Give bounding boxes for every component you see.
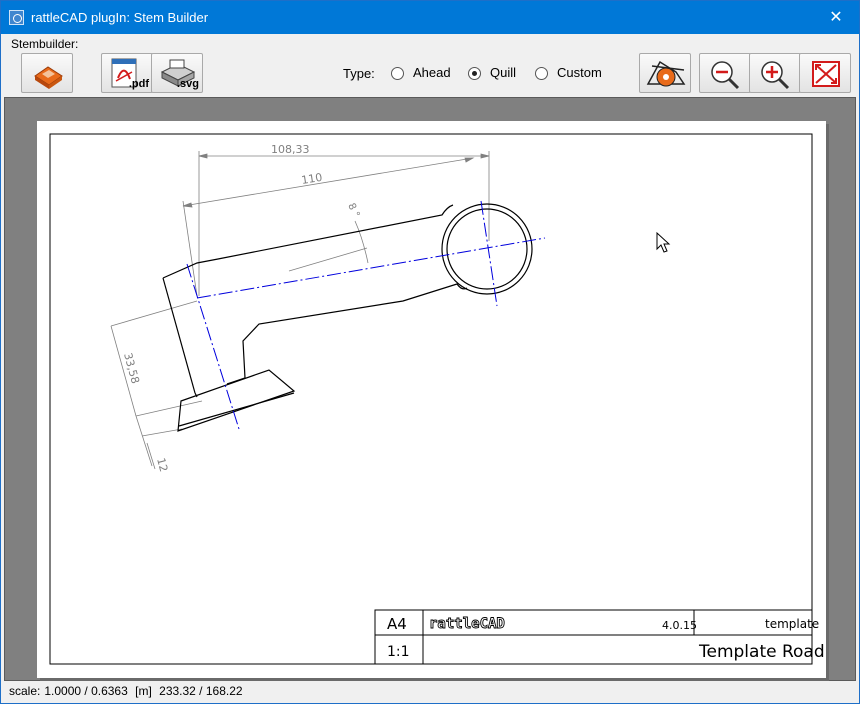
axis-lines	[186, 200, 546, 430]
stem-outline	[162, 203, 533, 432]
rattlecad-logo: rattleCAD	[429, 616, 505, 632]
svg-caption: .svg	[176, 78, 199, 90]
stem-drawing: 108,33 110 8 ° 33,58 12 A4 rattleCAD 4.0…	[49, 133, 825, 665]
toolbar: Stembuilder: .pdf .svg Type: Ahead Quill…	[1, 34, 859, 96]
sheet-border	[49, 133, 813, 665]
export-pdf-button[interactable]: .pdf	[101, 53, 153, 93]
dimension-length-text: 110	[300, 171, 323, 187]
title-block-version: 4.0.15	[662, 619, 697, 632]
close-button[interactable]: ✕	[813, 1, 859, 34]
fit-window-icon	[812, 61, 840, 87]
status-unit: [m]	[135, 684, 152, 698]
radio-ahead-indicator[interactable]	[391, 67, 404, 80]
dimension-angle-text: 8 °	[345, 202, 361, 220]
title-block-scale: 1:1	[387, 644, 410, 660]
title-bar[interactable]: rattleCAD plugIn: Stem Builder ✕	[1, 1, 859, 34]
status-scale-label: scale:	[9, 684, 41, 698]
status-coordinates: 233.32 / 168.22	[159, 684, 243, 698]
export-svg-button[interactable]: .svg	[151, 53, 203, 93]
radio-custom-label: Custom	[557, 65, 602, 80]
dimension-angle	[288, 220, 369, 272]
app-window: rattleCAD plugIn: Stem Builder ✕ Stembui…	[0, 0, 860, 704]
rattlecad-logo-icon	[646, 60, 686, 87]
floppy-disk-icon	[34, 66, 63, 89]
zoom-in-icon	[761, 61, 790, 90]
paper-sheet: 108,33 110 8 ° 33,58 12 A4 rattleCAD 4.0…	[37, 121, 826, 678]
radio-ahead-label: Ahead	[413, 65, 451, 80]
zoom-in-button[interactable]	[749, 53, 801, 93]
zoom-out-icon	[711, 61, 740, 90]
radio-quill-indicator[interactable]	[468, 67, 481, 80]
type-label: Type:	[343, 66, 375, 81]
status-scale-value: 1.0000 / 0.6363	[44, 684, 128, 698]
toolbar-group-label: Stembuilder:	[11, 37, 79, 51]
save-button[interactable]	[21, 53, 73, 93]
dimension-height	[110, 300, 203, 470]
dimension-top-length	[198, 151, 490, 296]
title-block-kind: template	[765, 617, 819, 631]
pdf-caption: .pdf	[128, 78, 149, 90]
title-block-format: A4	[387, 615, 407, 633]
drawing-canvas[interactable]: 108,33 110 8 ° 33,58 12 A4 rattleCAD 4.0…	[4, 97, 856, 681]
title-block-name: Template Road	[698, 642, 825, 662]
dimension-top-length-text: 108,33	[271, 143, 310, 156]
rattlecad-button[interactable]	[639, 53, 691, 93]
mouse-cursor-icon	[656, 231, 671, 253]
dimension-height-text: 33,58	[121, 351, 142, 385]
fit-to-window-button[interactable]	[799, 53, 851, 93]
radio-custom-indicator[interactable]	[535, 67, 548, 80]
window-title: rattleCAD plugIn: Stem Builder	[31, 10, 209, 25]
dimension-clamp-text: 12	[154, 456, 170, 473]
app-icon	[9, 10, 24, 25]
radio-quill-label: Quill	[490, 65, 517, 80]
status-bar: scale: 1.0000 / 0.6363 [m] 233.32 / 168.2…	[9, 684, 247, 698]
zoom-out-button[interactable]	[699, 53, 751, 93]
